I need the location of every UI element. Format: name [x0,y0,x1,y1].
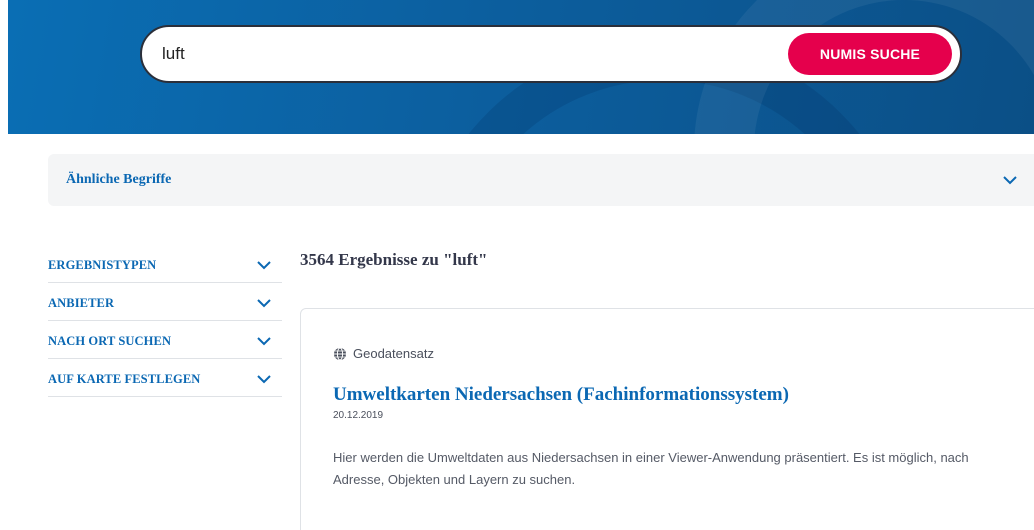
chevron-down-icon[interactable] [256,374,272,384]
chevron-down-icon[interactable] [256,298,272,308]
filter-auf-karte-festlegen[interactable]: AUF KARTE FESTLEGEN [48,359,282,397]
search-box: NUMIS SUCHE [140,25,962,83]
filter-label: ERGEBNISTYPEN [48,258,157,272]
filter-anbieter[interactable]: ANBIETER [48,283,282,321]
globe-icon [333,347,347,361]
filter-sidebar: ERGEBNISTYPEN ANBIETER NACH ORT SUCHEN A… [48,245,282,397]
result-type: Geodatensatz [333,346,434,361]
filter-label: NACH ORT SUCHEN [48,334,172,348]
similar-terms-accordion[interactable]: Ähnliche Begriffe [48,154,1034,206]
result-description: Hier werden die Umweltdaten aus Niedersa… [333,450,969,487]
chevron-down-icon[interactable] [256,336,272,346]
filter-label: AUF KARTE FESTLEGEN [48,372,201,386]
header-banner: NUMIS SUCHE [8,0,1034,134]
similar-terms-label: Ähnliche Begriffe [66,172,172,187]
result-title-link[interactable]: Umweltkarten Niedersachsen (Fachinformat… [333,384,789,406]
filter-ergebnistypen[interactable]: ERGEBNISTYPEN [48,245,282,283]
filter-label: ANBIETER [48,296,115,310]
result-date: 20.12.2019 [333,410,384,421]
search-button[interactable]: NUMIS SUCHE [788,33,952,75]
filter-nach-ort-suchen[interactable]: NACH ORT SUCHEN [48,321,282,359]
results-count: 3564 Ergebnisse zu "luft" [300,250,488,269]
chevron-down-icon[interactable] [1002,175,1018,185]
result-type-label: Geodatensatz [353,346,434,361]
chevron-down-icon[interactable] [256,260,272,270]
search-input[interactable] [162,39,762,69]
result-card: Geodatensatz Umweltkarten Niedersachsen … [300,308,1034,530]
